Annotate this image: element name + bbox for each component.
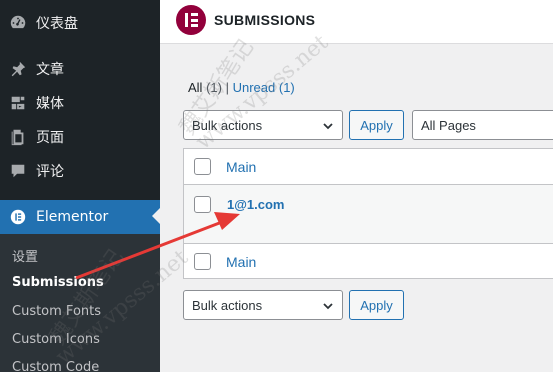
annotation-arrow-icon <box>75 212 240 280</box>
